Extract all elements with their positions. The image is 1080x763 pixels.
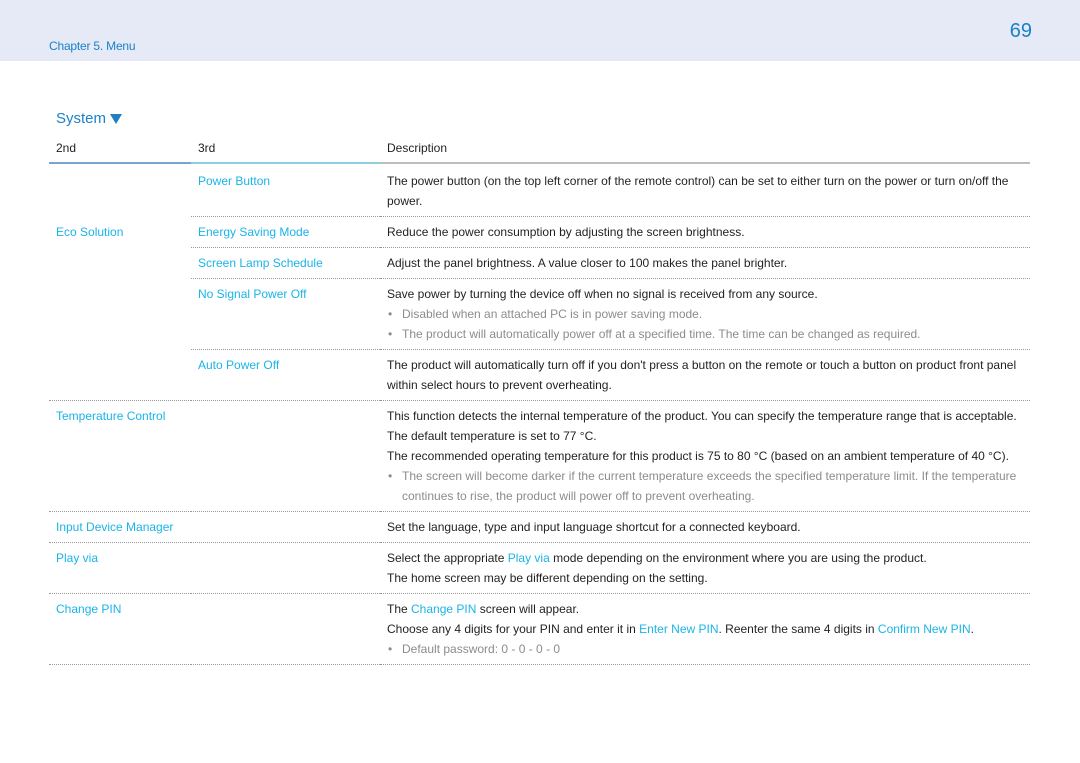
note-bullet: Default password: 0 - 0 - 0 - 0 (387, 639, 1030, 659)
description-line: The default temperature is set to 77 °C. (387, 429, 597, 443)
description-text: . Reenter the same 4 digits in (718, 622, 878, 636)
triangle-down-icon (110, 114, 123, 124)
menu-3rd-cell (191, 542, 380, 594)
section-title: System (56, 110, 123, 127)
description-text: mode depending on the environment where … (549, 551, 927, 565)
description-cell: The power button (on the top left corner… (380, 163, 1030, 217)
description-text: screen will appear. (476, 602, 580, 616)
table-row: Eco Solution Energy Saving Mode Reduce the… (49, 216, 1030, 248)
table-row: Temperature Control This function detects… (49, 400, 1030, 512)
menu-2nd-cell[interactable]: Input Device Manager (49, 511, 191, 543)
description-line: This function detects the internal tempe… (387, 409, 1017, 423)
table-header-row: 2nd 3rd Description (49, 138, 1030, 164)
menu-2nd-cell[interactable]: Temperature Control (49, 400, 191, 512)
table-row: No Signal Power Off Save power by turning… (49, 278, 1030, 350)
description-cell: Adjust the panel brightness. A value clo… (380, 247, 1030, 279)
description-line: The Change PIN screen will appear. (387, 599, 1030, 619)
menu-2nd-cell[interactable]: Eco Solution (49, 217, 191, 248)
description-cell: Select the appropriate Play via mode dep… (380, 542, 1030, 594)
column-header-2nd: 2nd (49, 138, 191, 164)
menu-reference-link[interactable]: Play via (508, 551, 550, 565)
menu-reference-link[interactable]: Change PIN (411, 602, 476, 616)
menu-2nd-cell (49, 248, 191, 279)
menu-3rd-cell[interactable]: No Signal Power Off (191, 278, 380, 350)
menu-3rd-cell[interactable]: Screen Lamp Schedule (191, 247, 380, 279)
description-cell: This function detects the internal tempe… (380, 400, 1030, 512)
menu-reference-link[interactable]: Enter New PIN (639, 622, 718, 636)
menu-3rd-cell (191, 511, 380, 543)
table-body: Power Button The power button (on the top… (49, 163, 1030, 665)
menu-2nd-cell[interactable]: Change PIN (49, 593, 191, 665)
description-cell: The Change PIN screen will appear. Choose… (380, 593, 1030, 665)
note-bullet: Disabled when an attached PC is in power… (387, 304, 1030, 324)
description-line: The home screen may be different dependi… (387, 571, 708, 585)
menu-3rd-cell (191, 593, 380, 665)
description-line: Choose any 4 digits for your PIN and ent… (387, 619, 1030, 639)
table-row: Change PIN The Change PIN screen will app… (49, 593, 1030, 665)
page-number: 69 (1009, 20, 1032, 42)
description-cell: Set the language, type and input languag… (380, 511, 1030, 543)
menu-3rd-cell[interactable]: Energy Saving Mode (191, 216, 380, 248)
description-line: The product will automatically turn off … (387, 358, 1017, 392)
description-text: Choose any 4 digits for your PIN and ent… (387, 622, 640, 636)
menu-2nd-cell[interactable]: Play via (49, 542, 191, 594)
column-header-3rd: 3rd (191, 138, 380, 164)
header-band (0, 0, 1080, 61)
table-row: Power Button The power button (on the top… (49, 163, 1030, 217)
menu-3rd-cell[interactable]: Auto Power Off (191, 349, 380, 401)
section-title-text: System (56, 110, 107, 127)
menu-3rd-cell (191, 400, 380, 512)
table-row: Auto Power Off The product will automatic… (49, 349, 1030, 401)
description-line: Set the language, type and input languag… (387, 520, 801, 534)
table-row: Play via Select the appropriate Play via … (49, 542, 1030, 594)
description-text: . (970, 622, 974, 636)
table-row: Input Device Manager Set the language, ty… (49, 511, 1030, 543)
description-cell: The product will automatically turn off … (380, 349, 1030, 401)
table-row: Screen Lamp Schedule Adjust the panel bri… (49, 247, 1030, 279)
description-text: Select the appropriate (387, 551, 508, 565)
menu-table: 2nd 3rd Description Power Button The powe… (49, 138, 1030, 665)
description-line: Save power by turning the device off whe… (387, 287, 818, 301)
menu-2nd-cell (49, 279, 191, 350)
menu-3rd-cell[interactable]: Power Button (191, 163, 380, 217)
description-line: The recommended operating temperature fo… (387, 449, 1009, 463)
note-bullet: The screen will become darker if the cur… (387, 466, 1030, 506)
description-text: The (387, 602, 412, 616)
chapter-label[interactable]: Chapter 5. Menu (49, 39, 136, 53)
description-line: Reduce the power consumption by adjustin… (387, 225, 745, 239)
note-bullet: The product will automatically power off… (387, 324, 1030, 344)
column-header-description: Description (380, 138, 1030, 164)
menu-2nd-cell (49, 163, 191, 217)
menu-2nd-cell (49, 349, 191, 401)
description-cell: Reduce the power consumption by adjustin… (380, 216, 1030, 248)
description-line: Select the appropriate Play via mode dep… (387, 548, 1030, 568)
description-line: Adjust the panel brightness. A value clo… (387, 256, 788, 270)
menu-reference-link[interactable]: Confirm New PIN (878, 622, 971, 636)
description-cell: Save power by turning the device off whe… (380, 278, 1030, 350)
description-line: The power button (on the top left corner… (387, 174, 1009, 208)
